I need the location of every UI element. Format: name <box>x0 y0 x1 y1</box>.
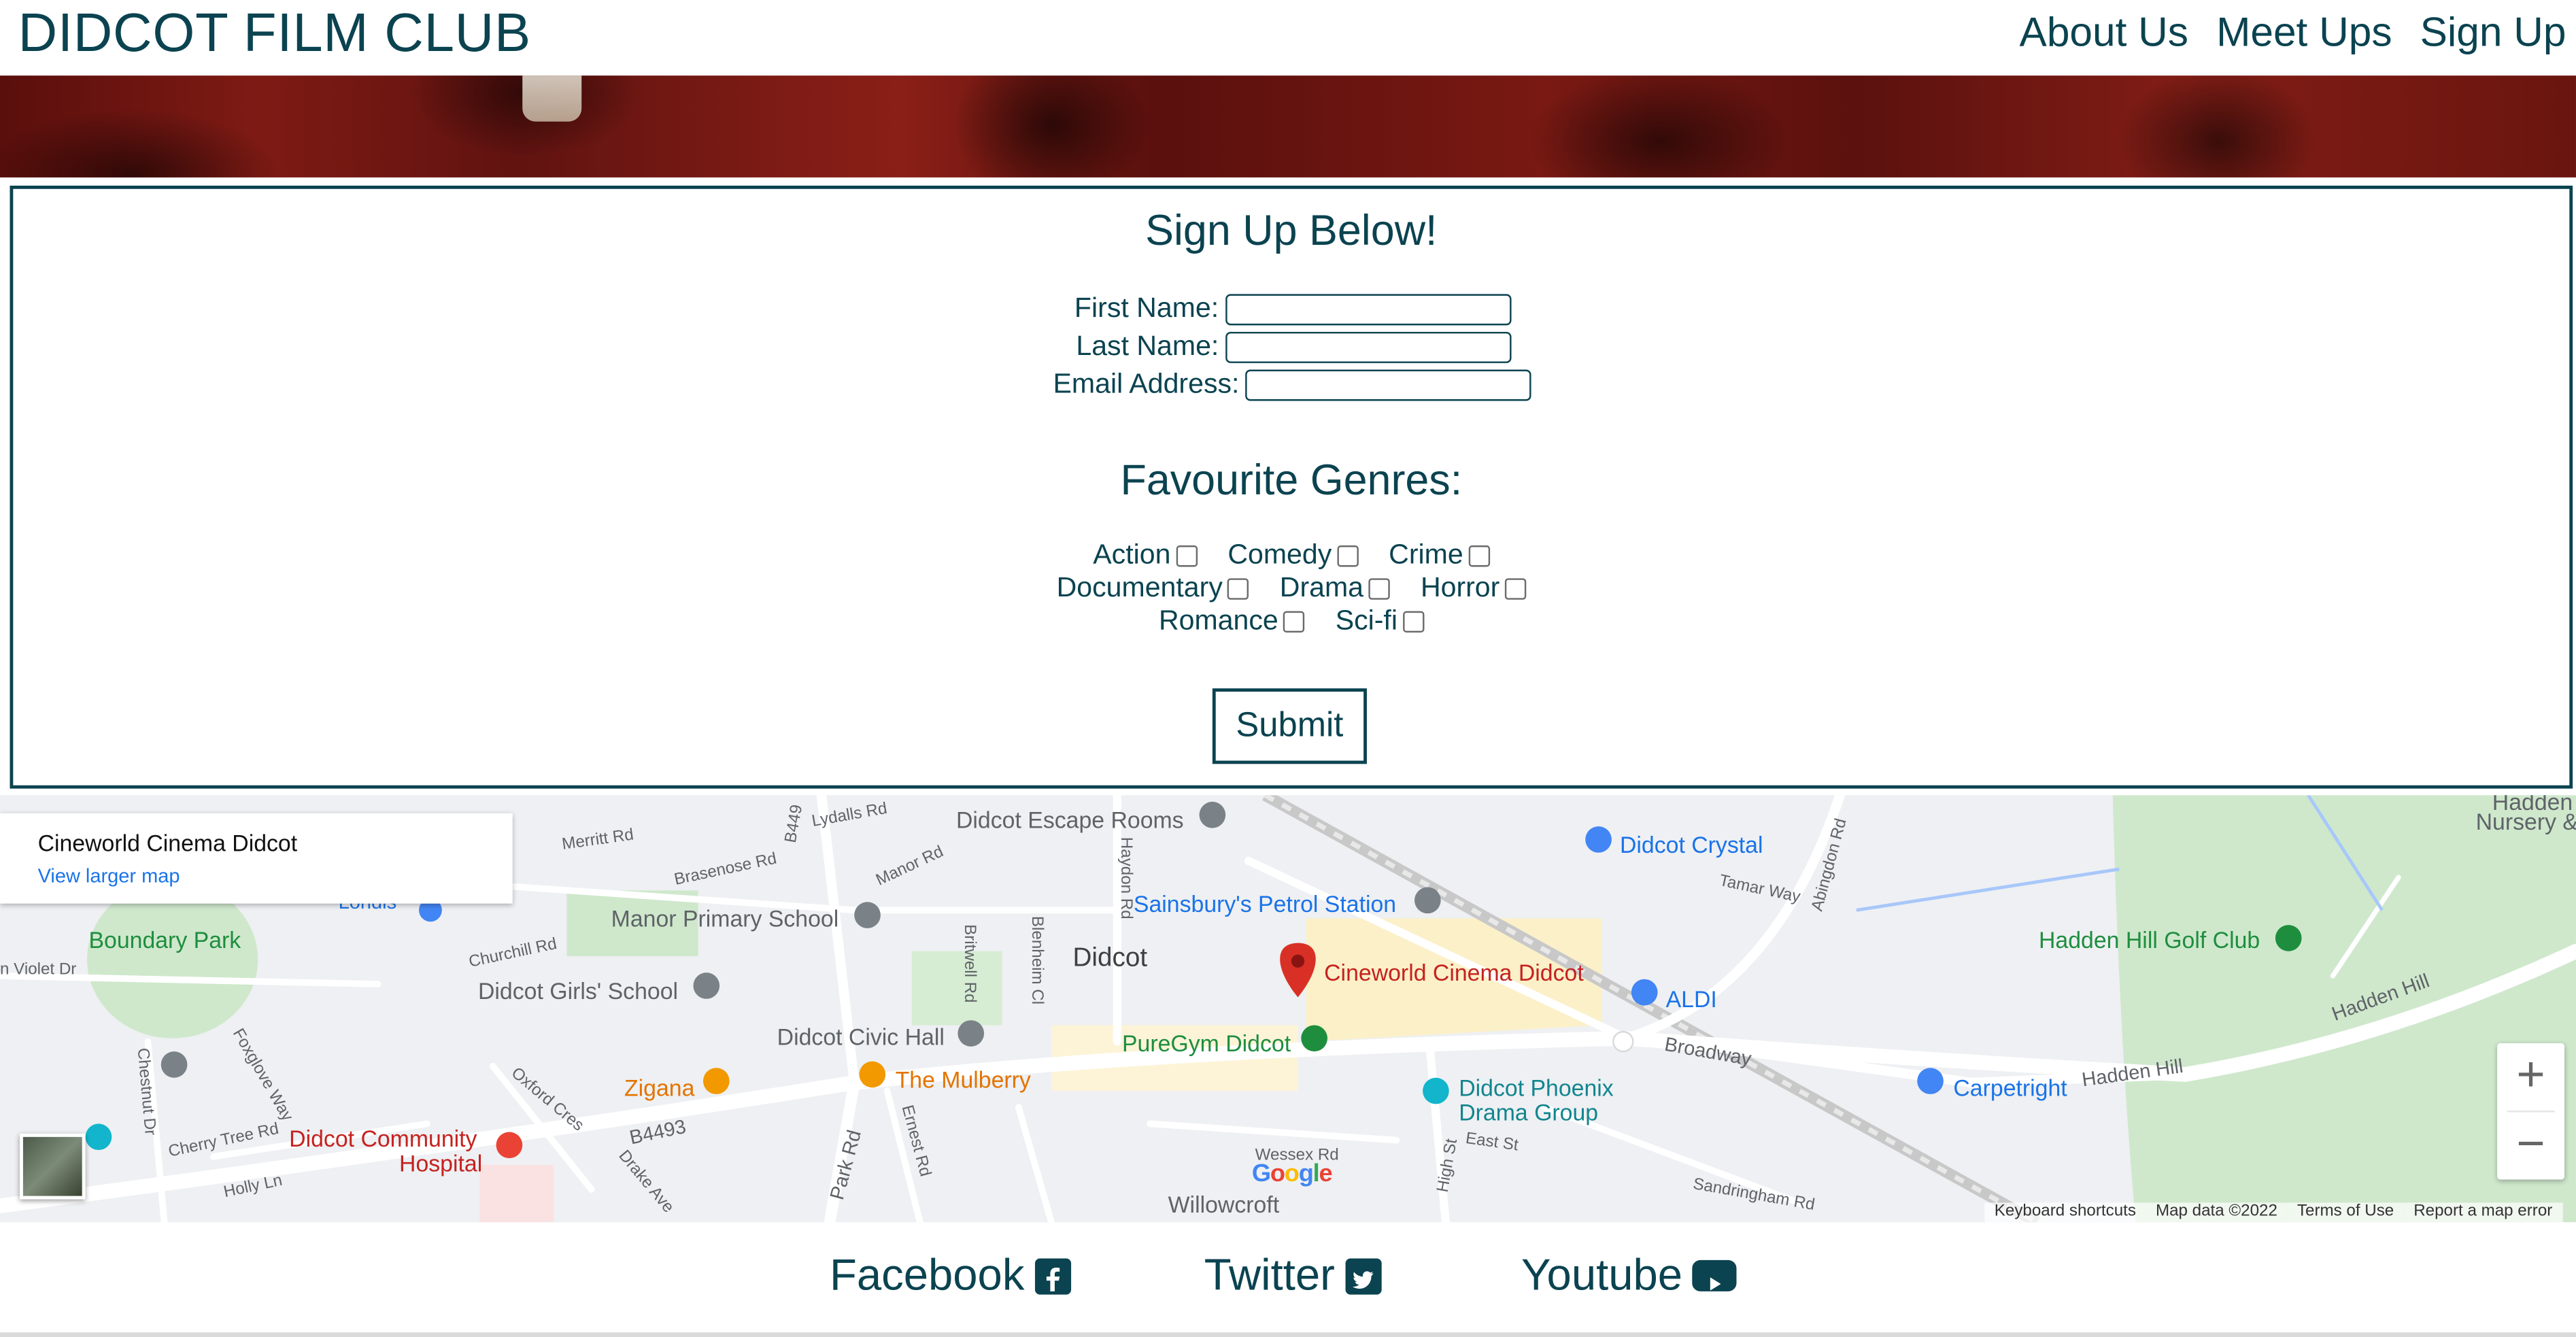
google-logo: Google <box>1251 1160 1333 1188</box>
map-label-crystal: Didcot Crystal <box>1619 831 1763 858</box>
facebook-link[interactable]: Facebook <box>830 1250 1071 1301</box>
site-header: DIDCOT FILM CLUB About Us Meet Ups Sign … <box>0 0 2576 76</box>
genre-action-checkbox[interactable] <box>1175 544 1198 566</box>
genre-action[interactable]: Action <box>1093 539 1198 571</box>
map-label-mulberry: The Mulberry <box>895 1066 1031 1093</box>
genre-drama-checkbox[interactable] <box>1368 577 1390 599</box>
last-name-input[interactable] <box>1225 331 1512 362</box>
genre-drama[interactable]: Drama <box>1280 572 1390 605</box>
map-label-sainsburys: Sainsbury's Petrol Station <box>1133 890 1397 917</box>
map-label-britwell: Britwell Rd <box>960 924 979 1003</box>
genre-scifi-checkbox[interactable] <box>1402 610 1424 632</box>
popcorn-image <box>522 75 582 122</box>
first-name-label: First Name: <box>1074 292 1219 324</box>
map-place-card: Cineworld Cinema Didcot View larger map <box>0 813 513 904</box>
signup-form: Sign Up Below! First Name: Last Name: Em… <box>10 185 2573 789</box>
map-label-didcot: Didcot <box>1072 945 1148 973</box>
genre-comedy-checkbox[interactable] <box>1336 544 1358 566</box>
nav-meet-ups[interactable]: Meet Ups <box>2216 0 2392 66</box>
map-label-civic: Didcot Civic Hall <box>777 1023 945 1050</box>
page-root: DIDCOT FILM CLUB About Us Meet Ups Sign … <box>0 0 2576 1337</box>
genre-documentary[interactable]: Documentary <box>1057 572 1249 605</box>
genre-row-2: Documentary Drama Horror <box>13 572 2569 605</box>
map-label-golf: Hadden Hill Golf Club <box>2039 926 2260 953</box>
genre-comedy[interactable]: Comedy <box>1227 539 1358 571</box>
genre-romance[interactable]: Romance <box>1159 605 1305 637</box>
map-label-boundary: Boundary Park <box>88 926 241 953</box>
youtube-link[interactable]: Youtube <box>1521 1250 1737 1301</box>
map-label-blenheim: Blenheim Cl <box>1027 915 1046 1005</box>
email-label: Email Address: <box>1053 368 1240 400</box>
satellite-toggle[interactable] <box>19 1133 86 1200</box>
map-label-hospital-1: Didcot Community <box>289 1125 477 1152</box>
map-label-manor: Manor Primary School <box>611 905 839 932</box>
youtube-icon <box>1692 1259 1737 1291</box>
nav-about-us[interactable]: About Us <box>2020 0 2188 66</box>
map-place-title: Cineworld Cinema Didcot <box>37 829 298 856</box>
first-name-input[interactable] <box>1225 293 1512 325</box>
facebook-icon <box>1034 1257 1071 1294</box>
main-nav: About Us Meet Ups Sign Up <box>2020 0 2566 66</box>
cinema-seats-banner <box>0 75 2576 177</box>
genre-row-3: Romance Sci-fi <box>13 605 2569 637</box>
map-attribution: Keyboard shortcuts Map data ©2022 Terms … <box>1984 1202 2562 1223</box>
genre-scifi[interactable]: Sci-fi <box>1336 605 1424 637</box>
email-input[interactable] <box>1246 369 1532 401</box>
genre-crime-checkbox[interactable] <box>1468 544 1490 566</box>
map-label-phoenix-1: Didcot Phoenix <box>1459 1074 1614 1101</box>
map-data-text: Map data ©2022 <box>2146 1202 2288 1223</box>
genre-documentary-checkbox[interactable] <box>1227 577 1249 599</box>
genre-crime[interactable]: Crime <box>1389 539 1490 571</box>
terms-of-use-link[interactable]: Terms of Use <box>2287 1202 2404 1223</box>
last-name-label: Last Name: <box>1076 330 1219 362</box>
twitter-icon <box>1344 1257 1381 1294</box>
map-label-aldi: ALDI <box>1665 985 1717 1013</box>
genre-horror-checkbox[interactable] <box>1504 577 1526 599</box>
nav-sign-up[interactable]: Sign Up <box>2420 0 2566 66</box>
last-name-row: Last Name: <box>1076 330 1512 363</box>
twitter-link[interactable]: Twitter <box>1204 1250 1381 1301</box>
form-title: Sign Up Below! <box>1145 205 1438 255</box>
view-larger-map-link[interactable]: View larger map <box>38 864 180 887</box>
map-label-puregym: PureGym Didcot <box>1121 1030 1291 1057</box>
bottom-border <box>0 1332 2576 1337</box>
map-label-haydon: Haydon Rd <box>1116 836 1135 919</box>
keyboard-shortcuts-link[interactable]: Keyboard shortcuts <box>1984 1202 2146 1223</box>
submit-button[interactable]: Submit <box>1212 688 1367 764</box>
site-brand[interactable]: DIDCOT FILM CLUB <box>18 0 531 67</box>
zoom-out-button[interactable]: − <box>2497 1112 2564 1179</box>
map-zoom-controls: + − <box>2497 1043 2565 1180</box>
report-map-error-link[interactable]: Report a map error <box>2403 1202 2562 1223</box>
map-label-nursery-2: Nursery & <box>2475 808 2576 835</box>
map-label-phoenix-2: Drama Group <box>1459 1099 1599 1126</box>
email-row: Email Address: <box>1053 368 1532 401</box>
map-label-carpetright: Carpetright <box>1953 1074 2067 1101</box>
genre-horror[interactable]: Horror <box>1421 572 1526 605</box>
map-label-escape: Didcot Escape Rooms <box>955 807 1184 833</box>
genres-title: Favourite Genres: <box>1120 455 1463 505</box>
first-name-row: First Name: <box>1074 292 1512 325</box>
map-label-hospital-2: Hospital <box>399 1150 483 1177</box>
map-label-violet: n Violet Dr <box>0 961 77 979</box>
map-label-zigana: Zigana <box>624 1074 695 1101</box>
map-label-willowcroft: Willowcroft <box>1168 1191 1280 1218</box>
genre-row-1: Action Comedy Crime <box>13 539 2569 571</box>
genre-romance-checkbox[interactable] <box>1283 610 1305 632</box>
embedded-map[interactable]: Didcot Cineworld Cinema Didcot Didcot Es… <box>0 795 2576 1223</box>
site-footer: Facebook Twitter Youtube <box>0 1222 2576 1337</box>
map-label-girls: Didcot Girls' School <box>477 977 679 1004</box>
map-label-cinema: Cineworld Cinema Didcot <box>1324 959 1584 986</box>
zoom-in-button[interactable]: + <box>2497 1043 2564 1111</box>
